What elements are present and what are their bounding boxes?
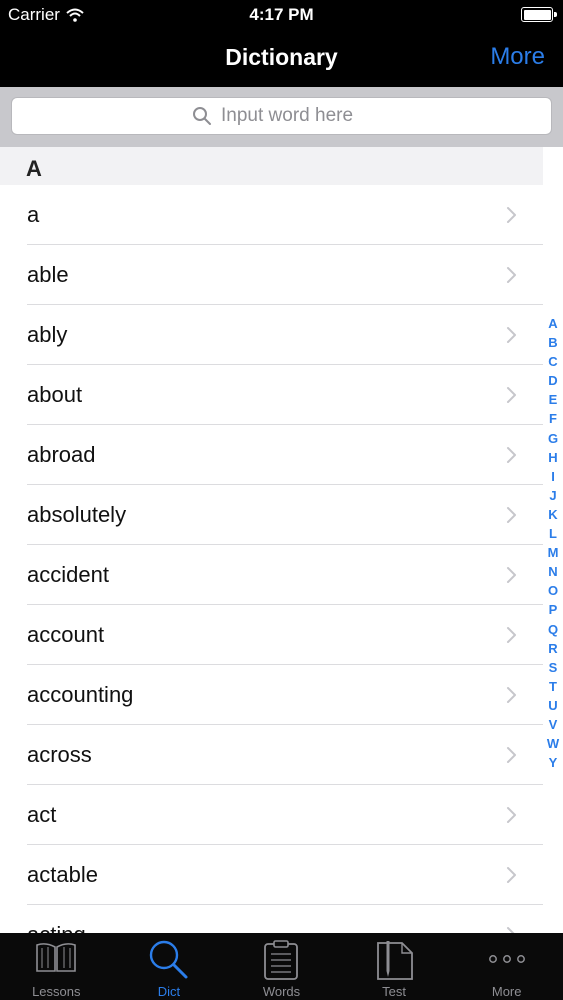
section-index[interactable]: ABCDEFGHIJKLMNOPQRSTUVWY — [543, 314, 563, 772]
chevron-right-icon — [507, 327, 516, 343]
ellipsis-icon — [450, 949, 563, 969]
index-letter[interactable]: Q — [548, 620, 558, 639]
word-label: about — [27, 382, 83, 407]
navigation-bar: Dictionary More — [0, 30, 563, 87]
tab-bar: Lessons Dict Words Test More — [0, 933, 563, 1000]
index-letter[interactable]: G — [548, 429, 558, 448]
chevron-right-icon — [507, 567, 516, 583]
pencil-paper-icon — [338, 939, 451, 981]
word-label: ably — [27, 322, 68, 347]
index-letter[interactable]: T — [549, 677, 557, 696]
chevron-right-icon — [507, 867, 516, 883]
tab-label: Words — [262, 984, 301, 999]
list-item[interactable]: ably — [0, 305, 543, 365]
index-letter[interactable]: Y — [549, 753, 558, 772]
index-letter[interactable]: C — [548, 352, 557, 371]
chevron-right-icon — [507, 507, 516, 523]
word-label: actable — [27, 862, 98, 887]
tab-label: More — [491, 984, 522, 999]
search-field[interactable] — [11, 97, 552, 135]
word-label: a — [27, 202, 40, 227]
word-label: accident — [27, 562, 109, 587]
index-letter[interactable]: U — [548, 696, 557, 715]
status-bar: Carrier 4:17 PM — [0, 0, 563, 30]
index-letter[interactable]: L — [549, 524, 557, 543]
index-letter[interactable]: K — [548, 505, 557, 524]
word-label: account — [27, 622, 105, 647]
index-letter[interactable]: S — [549, 658, 558, 677]
list-item[interactable]: abroad — [0, 425, 543, 485]
tab-label: Dict — [157, 984, 181, 999]
tab-test[interactable]: Test — [338, 933, 451, 1000]
word-label: absolutely — [27, 502, 127, 527]
status-time: 4:17 PM — [249, 5, 314, 24]
search-bar — [0, 87, 563, 147]
index-letter[interactable]: I — [551, 467, 555, 486]
word-rows: a able ably about abroad absolutely accident ac… — [0, 185, 543, 933]
page-title: Dictionary — [225, 44, 338, 70]
word-list[interactable]: A a able ably about abroad absolutely accident… — [0, 147, 543, 933]
word-label: act — [27, 802, 57, 827]
list-item[interactable]: actable — [0, 845, 543, 905]
battery-icon — [521, 7, 557, 22]
index-letter[interactable]: H — [548, 448, 557, 467]
word-label: across — [27, 742, 92, 767]
index-letter[interactable]: E — [549, 390, 558, 409]
word-label: abroad — [27, 442, 96, 467]
index-letter[interactable]: O — [548, 581, 558, 600]
list-item[interactable]: across — [0, 725, 543, 785]
index-letter[interactable]: M — [548, 543, 559, 562]
chevron-right-icon — [507, 807, 516, 823]
index-letter[interactable]: N — [548, 562, 557, 581]
index-letter[interactable]: F — [549, 409, 557, 428]
magnifier-icon — [113, 939, 226, 981]
chevron-right-icon — [507, 447, 516, 463]
list-item[interactable]: act — [0, 785, 543, 845]
clipboard-icon — [225, 939, 338, 981]
list-item[interactable]: acting — [0, 905, 543, 933]
list-item[interactable]: accounting — [0, 665, 543, 725]
tab-label: Test — [382, 984, 406, 999]
index-letter[interactable]: A — [548, 314, 557, 333]
index-letter[interactable]: D — [548, 371, 557, 390]
index-letter[interactable]: W — [547, 734, 559, 753]
tab-dict[interactable]: Dict — [113, 933, 226, 1000]
tab-more[interactable]: More — [450, 933, 563, 1000]
list-item[interactable]: able — [0, 245, 543, 305]
section-header: A — [0, 147, 543, 185]
list-item[interactable]: a — [0, 185, 543, 245]
search-input[interactable] — [221, 105, 371, 127]
list-item[interactable]: accident — [0, 545, 543, 605]
index-letter[interactable]: J — [549, 486, 556, 505]
chevron-right-icon — [507, 927, 515, 933]
list-item[interactable]: account — [0, 605, 543, 665]
index-letter[interactable]: P — [549, 600, 558, 619]
index-letter[interactable]: R — [548, 639, 557, 658]
index-letter[interactable]: V — [549, 715, 558, 734]
index-letter[interactable]: B — [548, 333, 557, 352]
word-label: accounting — [27, 682, 134, 707]
list-item[interactable]: about — [0, 365, 543, 425]
word-label: able — [27, 262, 69, 287]
battery-fill — [523, 9, 551, 20]
chevron-right-icon — [507, 627, 516, 643]
chevron-right-icon — [507, 387, 516, 403]
chevron-right-icon — [507, 687, 516, 703]
chevron-right-icon — [507, 267, 516, 283]
word-label: acting — [27, 922, 86, 933]
list-item[interactable]: absolutely — [0, 485, 543, 545]
chevron-right-icon — [507, 747, 516, 763]
chevron-right-icon — [507, 207, 516, 223]
tab-label: Lessons — [32, 984, 81, 999]
tab-words[interactable]: Words — [225, 933, 338, 1000]
book-icon — [0, 939, 113, 975]
more-button[interactable]: More — [490, 43, 545, 71]
search-icon — [193, 107, 211, 125]
tab-lessons[interactable]: Lessons — [0, 933, 113, 1000]
